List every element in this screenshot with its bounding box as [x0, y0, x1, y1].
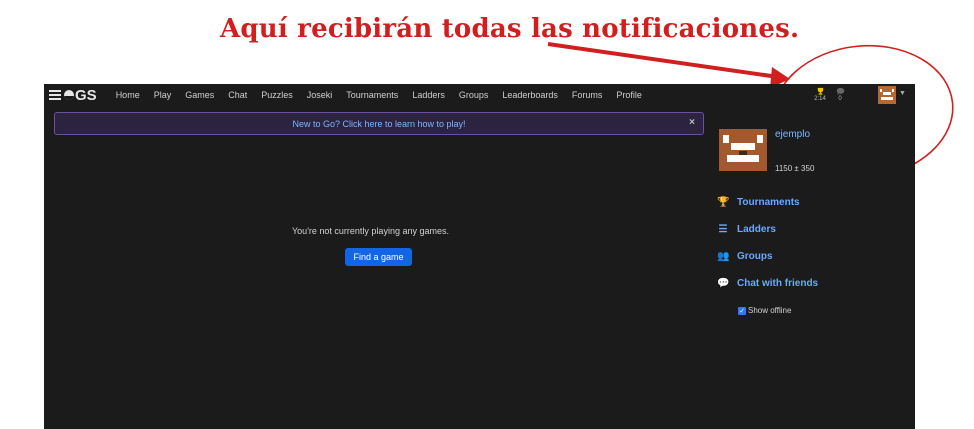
profile-avatar[interactable] [719, 129, 767, 171]
chat-bubble-icon [836, 87, 844, 96]
chat-count: 0 [838, 96, 842, 102]
notifications-area: 2:14 0 [810, 87, 850, 103]
banner-text[interactable]: New to Go? Click here to learn how to pl… [292, 119, 465, 129]
annotation-title: Aquí recibirán todas las notificaciones. [220, 14, 800, 44]
nav-groups[interactable]: Groups [459, 90, 489, 100]
sidebar-link-chat-with-friends[interactable]: 💬 Chat with friends [717, 278, 818, 289]
avatar-icon [878, 86, 896, 104]
sidebar-link-groups[interactable]: 👥 Groups [717, 251, 773, 262]
nav-leaderboards[interactable]: Leaderboards [502, 90, 558, 100]
top-navbar: GS Home Play Games Chat Puzzles Joseki T… [44, 84, 915, 106]
tournament-notifications[interactable]: 2:14 [810, 87, 830, 103]
nav-puzzles[interactable]: Puzzles [261, 90, 293, 100]
profile-rating: 1150 ± 350 [775, 164, 815, 173]
nav-forums[interactable]: Forums [572, 90, 603, 100]
nav-chat[interactable]: Chat [228, 90, 247, 100]
avatar-icon [719, 129, 767, 171]
find-game-button[interactable]: Find a game [345, 248, 412, 266]
sidebar-link-label: Ladders [737, 224, 776, 235]
chevron-down-icon[interactable]: ▼ [899, 90, 906, 97]
nav-joseki[interactable]: Joseki [307, 90, 333, 100]
show-offline-toggle[interactable]: ✓ Show offline [738, 306, 791, 315]
annotation-arrow [547, 42, 779, 79]
nav-ladders[interactable]: Ladders [412, 90, 445, 100]
nav-tournaments[interactable]: Tournaments [346, 90, 398, 100]
profile-username[interactable]: ejemplo [775, 129, 810, 140]
close-icon[interactable]: × [689, 117, 695, 128]
trophy-icon: 🏆 [717, 197, 730, 208]
nav-home[interactable]: Home [116, 90, 140, 100]
logo-text: GS [75, 86, 97, 104]
new-to-go-banner[interactable]: New to Go? Click here to learn how to pl… [54, 112, 704, 135]
logo-dot-icon [64, 90, 74, 100]
users-icon: 👥 [717, 251, 730, 262]
show-offline-label: Show offline [748, 306, 792, 315]
menu-icon[interactable] [49, 90, 61, 100]
trophy-icon [817, 87, 823, 95]
main-nav: Home Play Games Chat Puzzles Joseki Tour… [116, 90, 656, 100]
user-menu-avatar[interactable] [878, 86, 896, 104]
no-games-message: You're not currently playing any games. [292, 226, 449, 236]
nav-play[interactable]: Play [154, 90, 172, 100]
show-offline-checkbox[interactable]: ✓ [738, 306, 746, 315]
logo[interactable]: GS [49, 87, 97, 104]
chat-notifications[interactable]: 0 [830, 87, 850, 103]
trophy-count: 2:14 [814, 96, 826, 102]
list-icon: ☰ [718, 224, 728, 235]
chat-bubble-icon: 💬 [717, 278, 730, 289]
nav-games[interactable]: Games [185, 90, 214, 100]
sidebar-link-tournaments[interactable]: 🏆 Tournaments [717, 197, 800, 208]
sidebar-link-label: Chat with friends [737, 278, 819, 289]
app-window: GS Home Play Games Chat Puzzles Joseki T… [44, 84, 915, 429]
sidebar-link-label: Groups [737, 251, 773, 262]
sidebar-link-ladders[interactable]: ☰ Ladders [717, 224, 776, 235]
sidebar-link-label: Tournaments [737, 197, 800, 208]
nav-profile[interactable]: Profile [616, 90, 642, 100]
